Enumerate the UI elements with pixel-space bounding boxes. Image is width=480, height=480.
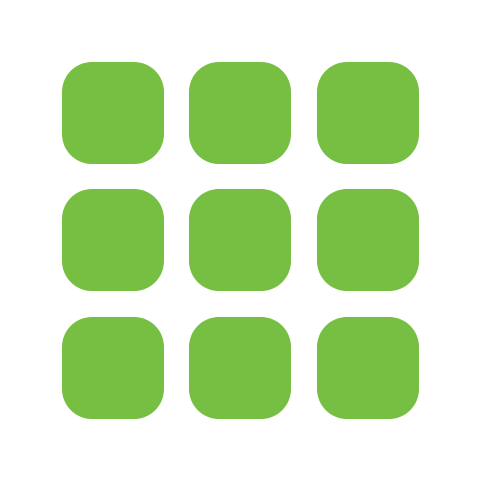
grid-tile-2 (189, 62, 291, 164)
grid-tile-7 (62, 317, 164, 419)
grid-tile-5 (189, 189, 291, 291)
app-grid-icon (0, 0, 480, 480)
grid-tile-9 (317, 317, 419, 419)
grid-tile-1 (62, 62, 164, 164)
grid-tile-4 (62, 189, 164, 291)
grid-tile-8 (189, 317, 291, 419)
grid-tile-6 (317, 189, 419, 291)
grid-tile-3 (317, 62, 419, 164)
